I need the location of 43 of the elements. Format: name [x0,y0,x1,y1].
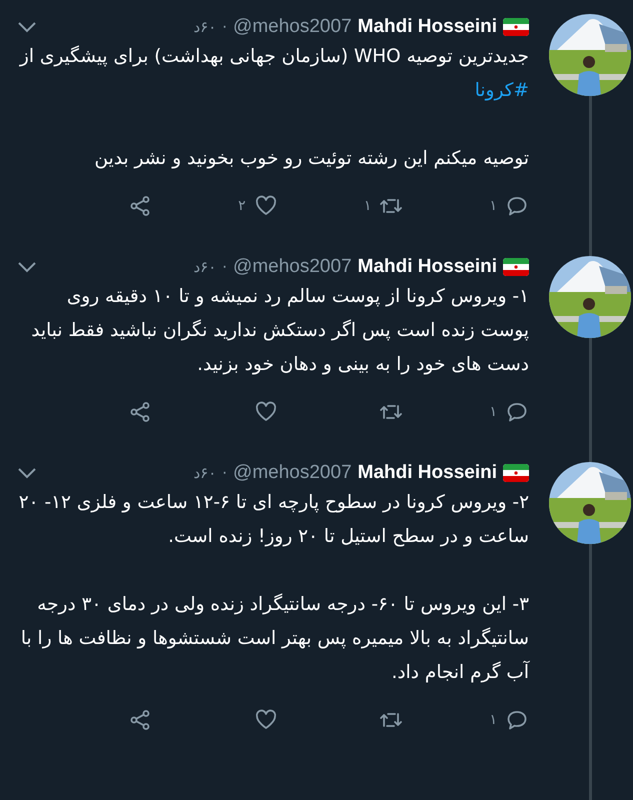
caret-icon[interactable] [16,466,38,480]
reply-icon [505,708,529,732]
flag-icon [503,258,529,276]
separator: · [222,18,228,36]
tweet-text: ۱- ویروس کرونا از پوست سالم رد نمیشه و تا ۱۰ دقیقه روی پوست زنده است پس اگر دستکش ندارید نگران نباشید فقط نباید دست های خود را به بینی و دهان خود بزنید. [30,285,529,377]
caret-icon[interactable] [16,260,38,274]
separator: · [222,258,228,276]
reply-button[interactable]: ۱ [459,194,529,218]
count: ۱ [489,404,497,420]
tweet-time: ۶۰د [193,258,216,276]
count: ۲ [238,198,246,214]
reply-icon [505,194,529,218]
author-handle: @mehos2007 [233,16,352,38]
share-icon [128,708,152,732]
heart-icon [254,400,278,424]
hashtag-link[interactable]: #کرونا [474,80,529,101]
author-handle: @mehos2007 [233,256,352,278]
caret-icon[interactable] [16,20,38,34]
separator: · [222,464,228,482]
author-name: Mahdi Hosseini [358,462,497,484]
reply-button[interactable]: ۱ [459,708,529,732]
count: ۱ [364,198,372,214]
count: ۱ [489,198,497,214]
author-name: Mahdi Hosseini [358,256,497,278]
tweet-text: ۳- این ویروس تا ۶۰- درجه سانتیگراد زنده ولی در دمای ۳۰ درجه سانتیگراد به بالا میمیره پس بهتر است شستشوها و نظافت ها را با آب گرم انجام داد. [20,592,529,685]
tweet-time: ۶۰د [193,464,216,482]
tweet-text: جدیدترین توصیه WHO (سازمان جهانی بهداشت) برای پیشگیری از #کرونا [18,44,529,103]
reply-button[interactable]: ۱ [459,400,529,424]
tweet-text: ۲- ویروس کرونا در سطوح پارچه ای تا ۶-۱۲ ساعت و فلزی ۱۲- ۲۰ ساعت و در سطح استیل تا ۲۰ روز! زنده است. [18,491,529,549]
reply-icon [505,400,529,424]
share-icon [128,194,152,218]
like-button[interactable]: ۲ [208,194,278,218]
share-icon [128,400,152,424]
tweet-text: توصیه میکنم این رشته توئیت رو خوب بخونید و نشر بدین [94,147,529,171]
retweet-button[interactable]: ۱ [333,194,404,218]
heart-icon [254,708,278,732]
heart-icon [254,194,278,218]
author-name: Mahdi Hosseini [358,16,497,38]
tweet-time: ۶۰د [193,18,216,36]
count: ۱ [489,712,497,728]
author-handle: @mehos2007 [233,462,352,484]
flag-icon [503,464,529,482]
flag-icon [503,18,529,36]
